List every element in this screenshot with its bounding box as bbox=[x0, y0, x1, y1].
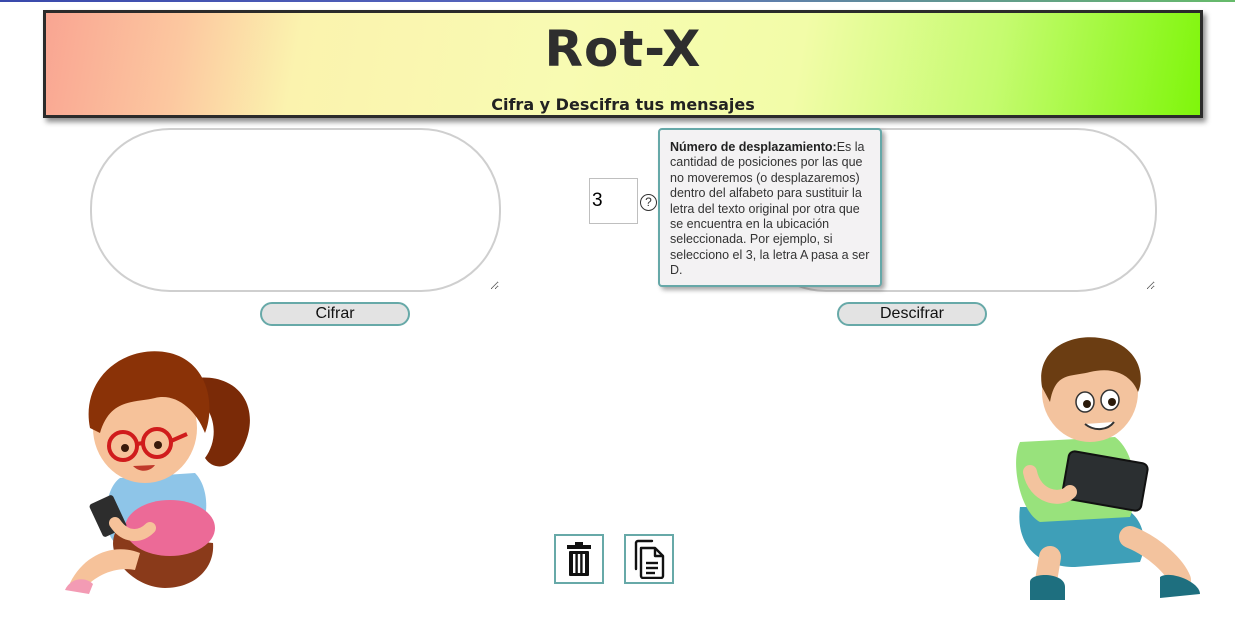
decipher-button[interactable]: Descifrar bbox=[837, 302, 987, 326]
shift-help-tooltip: Número de desplazamiento:Es la cantidad … bbox=[658, 128, 882, 287]
top-accent-line bbox=[0, 0, 1235, 2]
help-icon[interactable]: ? bbox=[640, 194, 657, 211]
plain-text-input[interactable] bbox=[90, 128, 501, 292]
cipher-button[interactable]: Cifrar bbox=[260, 302, 410, 326]
boy-with-tablet-illustration bbox=[1016, 337, 1200, 600]
page-title: Rot-X bbox=[544, 20, 702, 78]
tooltip-body: Es la cantidad de posiciones por las que… bbox=[670, 140, 870, 278]
shift-number-input[interactable] bbox=[589, 178, 638, 224]
trash-icon bbox=[567, 542, 591, 576]
copy-icon bbox=[634, 539, 665, 579]
app-header: Rot-X Cifra y Descifra tus mensajes bbox=[43, 10, 1203, 118]
clear-button[interactable] bbox=[554, 534, 604, 584]
page-subtitle: Cifra y Descifra tus mensajes bbox=[491, 95, 755, 114]
copy-button[interactable] bbox=[624, 534, 674, 584]
tooltip-heading: Número de desplazamiento: bbox=[670, 140, 837, 154]
girl-with-phone-illustration bbox=[65, 351, 250, 594]
